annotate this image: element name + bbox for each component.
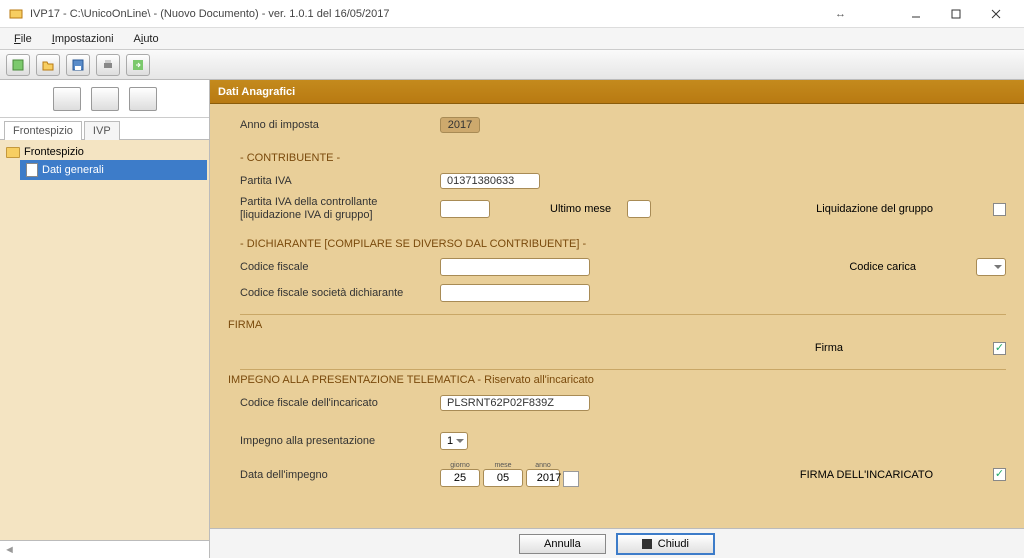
liquidazione-gruppo-label: Liquidazione del gruppo xyxy=(816,203,933,215)
annulla-button[interactable]: Annulla xyxy=(519,534,606,554)
tree-item-dati-generali[interactable]: Dati generali xyxy=(20,160,207,180)
partita-iva-controllante-label: Partita IVA della controllante [liquidaz… xyxy=(240,196,440,222)
anno-imposta-value: 2017 xyxy=(440,117,480,133)
data-impegno-label: Data dell'impegno xyxy=(240,469,440,481)
toolbar xyxy=(0,50,1024,80)
cf-incaricato-value: PLSRNT62P02F839Z xyxy=(440,395,590,411)
form-body: Anno di imposta 2017 - CONTRIBUENTE - Pa… xyxy=(210,104,1024,528)
codice-fiscale-input[interactable] xyxy=(440,258,590,276)
left-delete-button[interactable] xyxy=(91,87,119,111)
menu-file[interactable]: File xyxy=(6,30,40,48)
data-impegno-date: giorno mese anno xyxy=(440,462,579,487)
minimize-button[interactable] xyxy=(896,1,936,27)
tab-frontespizio[interactable]: Frontespizio xyxy=(4,121,82,140)
date-picker-button[interactable] xyxy=(563,471,579,487)
left-toolbar xyxy=(0,80,209,118)
window-title: IVP17 - C:\UnicoOnLine\ - (Nuovo Documen… xyxy=(30,8,835,20)
form-pane: Dati Anagrafici Anno di imposta 2017 - C… xyxy=(210,80,1024,558)
codice-carica-label: Codice carica xyxy=(849,261,916,273)
partita-iva-controllante-input[interactable] xyxy=(440,200,490,218)
toolbar-exit-button[interactable] xyxy=(126,54,150,76)
section-contribuente: - CONTRIBUENTE - xyxy=(240,152,1006,164)
partita-iva-label: Partita IVA xyxy=(240,175,440,187)
maximize-button[interactable] xyxy=(936,1,976,27)
left-scroll-indicator: ◄ xyxy=(0,540,209,558)
form-header: Dati Anagrafici xyxy=(210,80,1024,104)
ultimo-mese-label: Ultimo mese xyxy=(550,203,611,215)
tree: Frontespizio Dati generali xyxy=(0,140,209,540)
codice-fiscale-label: Codice fiscale xyxy=(240,261,440,273)
toolbar-new-button[interactable] xyxy=(6,54,30,76)
tree-root-label: Frontespizio xyxy=(24,146,84,158)
date-anno-input[interactable] xyxy=(533,472,565,484)
impegno-presentazione-select[interactable]: 1 xyxy=(440,432,468,450)
toolbar-save-button[interactable] xyxy=(66,54,90,76)
date-mese-input[interactable] xyxy=(490,472,516,484)
firma-label: Firma xyxy=(815,342,843,354)
left-sidebar: Frontespizio IVP Frontespizio Dati gener… xyxy=(0,80,210,558)
close-button[interactable] xyxy=(976,1,1016,27)
ultimo-mese-input[interactable] xyxy=(627,200,651,218)
section-impegno: IMPEGNO ALLA PRESENTAZIONE TELEMATICA - … xyxy=(228,374,1006,386)
tree-root-frontespizio[interactable]: Frontespizio xyxy=(2,144,207,160)
toolbar-print-button[interactable] xyxy=(96,54,120,76)
menu-impostazioni[interactable]: Impostazioni xyxy=(44,30,122,48)
firma-incaricato-checkbox[interactable] xyxy=(993,468,1006,481)
document-icon xyxy=(26,163,38,177)
menu-aiuto[interactable]: Aiuto xyxy=(126,30,167,48)
chiudi-button[interactable]: Chiudi xyxy=(616,533,715,555)
tab-ivp[interactable]: IVP xyxy=(84,121,120,140)
stop-icon xyxy=(642,539,652,549)
tree-item-label: Dati generali xyxy=(42,164,104,176)
section-firma: FIRMA xyxy=(228,319,1006,331)
cf-societa-input[interactable] xyxy=(440,284,590,302)
titlebar: IVP17 - C:\UnicoOnLine\ - (Nuovo Documen… xyxy=(0,0,1024,28)
cf-societa-label: Codice fiscale società dichiarante xyxy=(240,287,440,299)
app-icon xyxy=(8,6,24,22)
arrows-icon: ↔ xyxy=(835,8,846,20)
liquidazione-gruppo-checkbox[interactable] xyxy=(993,203,1006,216)
left-edit-button[interactable] xyxy=(53,87,81,111)
impegno-presentazione-label: Impegno alla presentazione xyxy=(240,435,440,447)
codice-carica-select[interactable] xyxy=(976,258,1006,276)
toolbar-open-button[interactable] xyxy=(36,54,60,76)
firma-incaricato-label: FIRMA DELL'INCARICATO xyxy=(800,469,933,481)
menubar: File Impostazioni Aiuto xyxy=(0,28,1024,50)
firma-checkbox[interactable] xyxy=(993,342,1006,355)
form-footer: Annulla Chiudi xyxy=(210,528,1024,558)
left-tabstrip: Frontespizio IVP xyxy=(0,118,209,140)
anno-imposta-label: Anno di imposta xyxy=(240,119,440,131)
cf-incaricato-label: Codice fiscale dell'incaricato xyxy=(240,397,440,409)
date-giorno-input[interactable] xyxy=(447,472,473,484)
folder-icon xyxy=(6,147,20,158)
left-expand-button[interactable] xyxy=(129,87,157,111)
partita-iva-value: 01371380633 xyxy=(440,173,540,189)
section-dichiarante: - DICHIARANTE [COMPILARE SE DIVERSO DAL … xyxy=(240,238,1006,250)
